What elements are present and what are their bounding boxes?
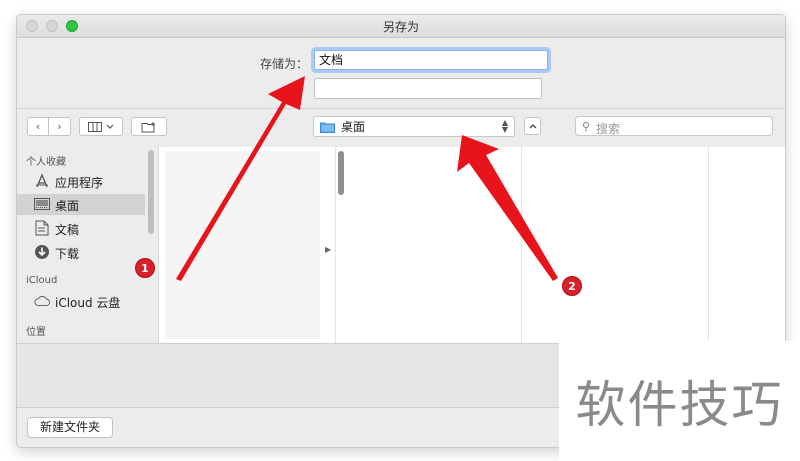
annotation-arrows xyxy=(176,76,558,281)
annotation-arrow-2 xyxy=(457,135,558,281)
annotation-badge-1: 1 xyxy=(135,258,155,278)
annotation-badge-2: 2 xyxy=(562,276,582,296)
annotation-arrow-1 xyxy=(176,76,305,281)
